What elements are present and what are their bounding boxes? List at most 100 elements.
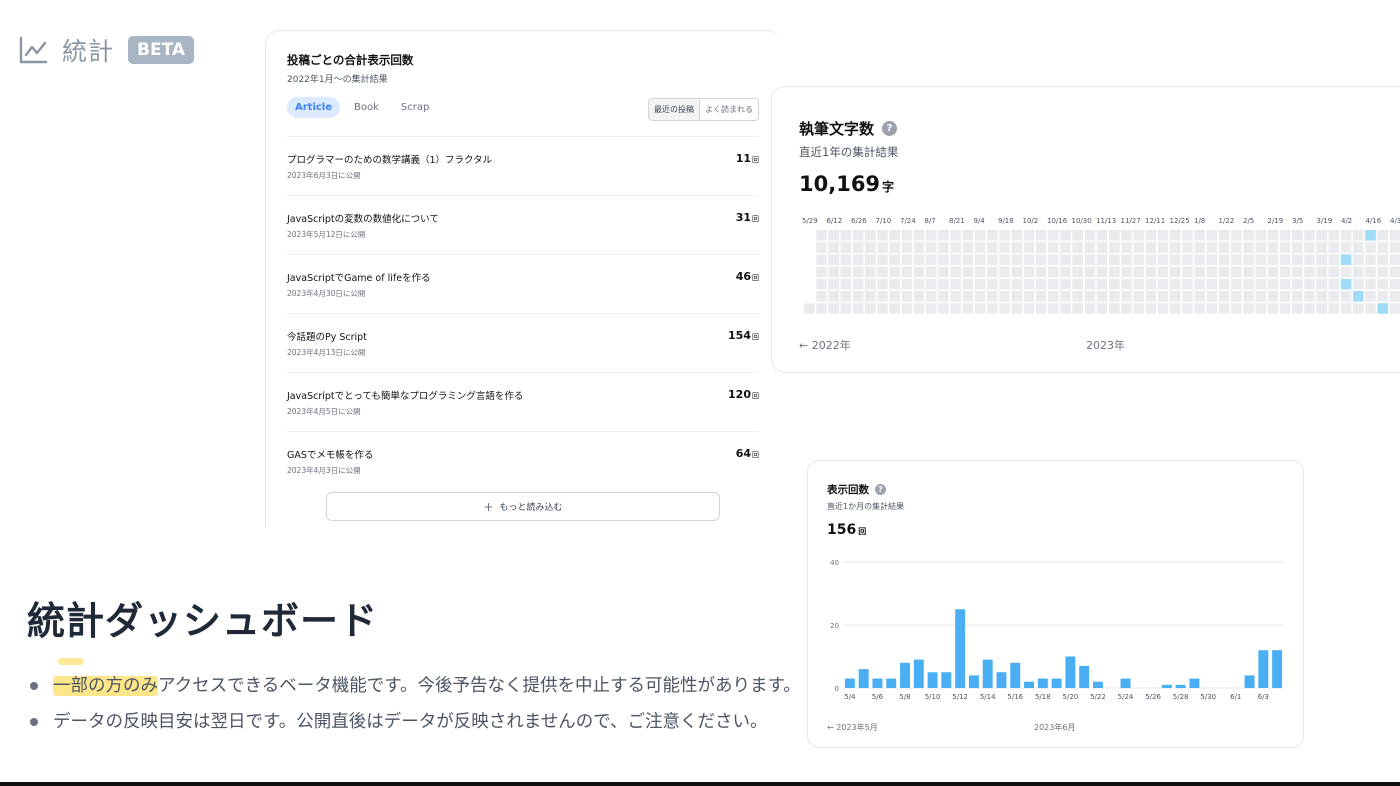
x-tick-label: 5/20 <box>1063 693 1079 701</box>
bar[interactable] <box>1244 675 1255 688</box>
heatmap-cell <box>852 291 864 302</box>
beta-badge: BETA <box>128 36 195 64</box>
post-count: 154回 <box>728 329 759 342</box>
tab-scrap[interactable]: Scrap <box>393 97 437 118</box>
tab-book[interactable]: Book <box>346 97 387 118</box>
post-count: 11回 <box>736 152 759 165</box>
bar[interactable] <box>844 678 855 688</box>
heatmap-cell <box>974 242 986 253</box>
heatmap-cell <box>1243 291 1254 302</box>
heatmap-cell <box>1011 230 1022 241</box>
heatmap-cell <box>926 242 937 253</box>
post-row[interactable]: プログラマーのための数学講義（1）フラクタル 2023年6月3日に公開 11回 <box>287 136 759 195</box>
chart-line-icon <box>18 35 48 65</box>
bar[interactable] <box>858 669 869 688</box>
heatmap-cell <box>1023 230 1035 241</box>
heatmap-cell <box>987 266 998 278</box>
bar[interactable] <box>1161 684 1172 688</box>
post-row[interactable]: GASでメモ帳を作る 2023年4月3日に公開 64回 <box>287 431 759 490</box>
sort-recent-button[interactable]: 最近の投稿 <box>649 99 700 120</box>
post-count-value: 120 <box>728 388 751 401</box>
bar[interactable] <box>1065 656 1076 689</box>
bar[interactable] <box>913 659 924 688</box>
heatmap-cell <box>828 242 839 253</box>
heatmap-cell <box>999 291 1010 302</box>
post-row[interactable]: JavaScriptでとっても簡単なプログラミング言語を作る 2023年4月5日… <box>287 372 759 431</box>
bar[interactable] <box>968 675 979 688</box>
sort-popular-button[interactable]: よく読まれる <box>700 99 758 120</box>
heatmap-cell <box>1157 291 1169 302</box>
heatmap-cell <box>1060 266 1071 278</box>
heatmap-cell <box>840 303 852 314</box>
bar[interactable] <box>1037 678 1048 688</box>
bar[interactable] <box>886 678 897 688</box>
heatmap-cell <box>1170 266 1181 278</box>
bar[interactable] <box>955 609 966 688</box>
heatmap-cell <box>804 254 815 265</box>
bar[interactable] <box>982 659 993 688</box>
heatmap-cell <box>877 230 888 241</box>
heatmap-cell <box>1048 254 1059 265</box>
bar[interactable] <box>1258 650 1269 688</box>
heatmap-cell <box>1157 242 1169 253</box>
post-row[interactable]: JavaScriptの変数の数値化について 2023年5月12日に公開 31回 <box>287 195 759 254</box>
views-prev-month-link[interactable]: ← 2023年5月 <box>827 722 878 733</box>
heatmap-cell <box>1316 303 1327 314</box>
bar[interactable] <box>1120 678 1131 688</box>
heatmap-cell <box>999 266 1010 278</box>
post-title: GASでメモ帳を作る <box>287 450 374 461</box>
heatmap-cell <box>913 242 925 253</box>
bar[interactable] <box>1051 678 1062 688</box>
post-row[interactable]: JavaScriptでGame of lifeを作る 2023年4月30日に公開… <box>287 254 759 313</box>
bar[interactable] <box>1092 681 1103 688</box>
notice-text: アクセスできるベータ機能です。今後予告なく提供を中止する可能性があります。 <box>158 676 801 696</box>
heatmap-cell <box>1084 230 1096 241</box>
views-stats-card: 表示回数 ? 直近1か月の集計結果 156 回 0 20 40 5/4 5/6 5/8 5/1… <box>807 460 1304 748</box>
tab-article[interactable]: Article <box>287 97 341 118</box>
heatmap-cell <box>1060 278 1071 290</box>
heatmap-cell <box>1292 230 1303 241</box>
heatmap-cell <box>974 291 986 302</box>
post-count-value: 46 <box>735 270 751 283</box>
heatmap-cell <box>938 303 949 314</box>
heatmap-cell <box>987 230 998 241</box>
bar[interactable] <box>1010 662 1021 688</box>
bar[interactable] <box>1175 684 1186 688</box>
heatmap-cell <box>938 291 949 302</box>
notice-item: 一部の方のみアクセスできるベータ機能です。今後予告なく提供を中止する可能性があり… <box>27 672 801 708</box>
post-count-unit: 回 <box>752 274 759 282</box>
bar[interactable] <box>872 678 883 688</box>
heatmap-cell <box>1072 242 1083 253</box>
heatmap-cell <box>974 278 986 290</box>
heatmap-cell <box>1182 291 1193 302</box>
bar[interactable] <box>1272 650 1283 688</box>
bar[interactable] <box>900 662 910 688</box>
writing-prev-year-link[interactable]: ← 2022年 <box>799 337 851 353</box>
heatmap-cell <box>852 230 864 241</box>
heatmap-cell <box>913 230 925 241</box>
heatmap-cell <box>1023 242 1035 253</box>
bar[interactable] <box>1024 681 1035 688</box>
bar[interactable] <box>941 672 952 688</box>
heatmap-cell <box>1194 291 1205 302</box>
heatmap-cell <box>1084 303 1096 314</box>
heatmap-cell <box>1255 303 1266 314</box>
heatmap-cell <box>1182 254 1193 265</box>
bar[interactable] <box>927 672 938 688</box>
load-more-button[interactable]: + もっと読み込む <box>326 492 720 521</box>
heatmap-cell <box>987 242 998 253</box>
heatmap-cell <box>1121 266 1132 278</box>
heatmap-cell <box>1157 266 1169 278</box>
heatmap-cell <box>938 254 949 265</box>
bar[interactable] <box>996 672 1007 688</box>
heatmap-cell <box>1194 230 1205 241</box>
heatmap-cell <box>1377 230 1388 241</box>
post-count-unit: 回 <box>752 333 759 341</box>
bar[interactable] <box>1079 665 1090 688</box>
heatmap-cell <box>1316 291 1327 302</box>
heatmap-cell <box>840 291 852 302</box>
post-row[interactable]: 今話題のPy Script 2023年4月13日に公開 154回 <box>287 313 759 372</box>
heatmap-cell <box>1048 278 1059 290</box>
heatmap-cell <box>804 242 815 253</box>
bar[interactable] <box>1189 678 1200 688</box>
